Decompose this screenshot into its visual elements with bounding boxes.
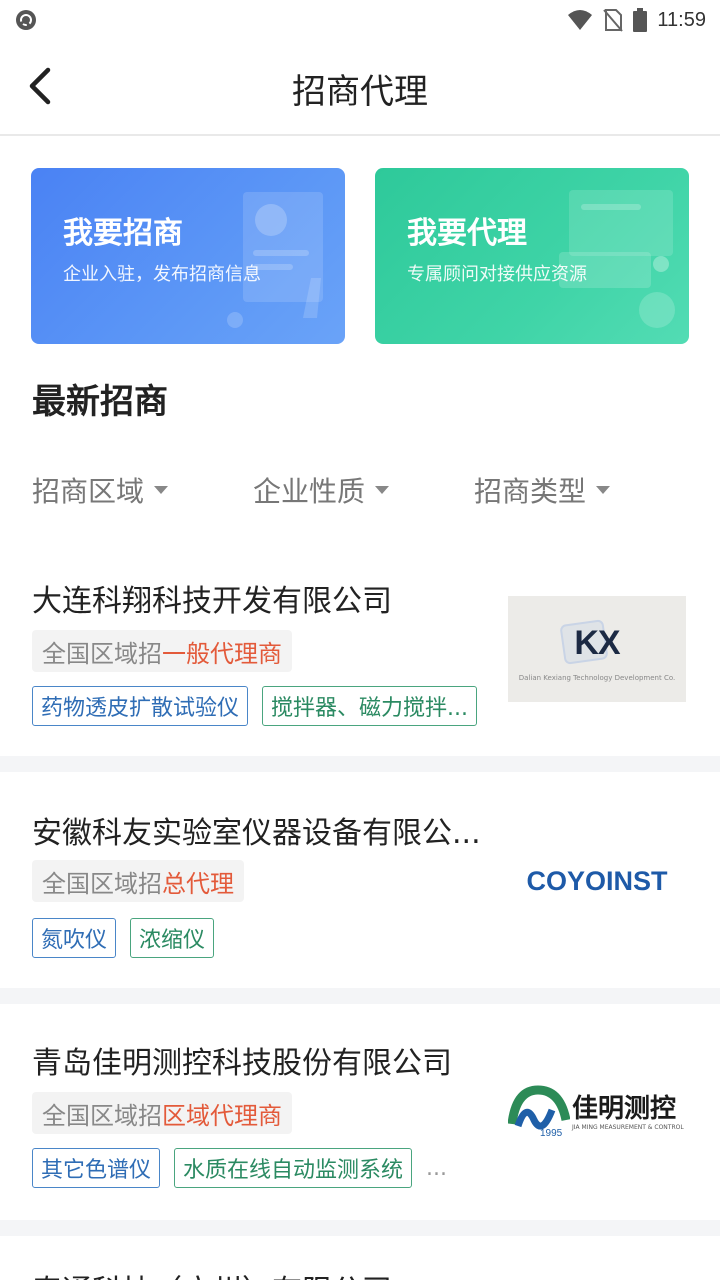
divider [0,1220,720,1236]
banner-title: 我要代理 [407,216,527,251]
company-card[interactable]: 泰通科技（广州）有限公司 [0,1236,720,1280]
company-name: 安徽科友实验室仪器设备有限公... [32,816,481,851]
logo-text: KX [574,624,620,662]
banner-subtitle: 专属顾问对接供应资源 [407,264,587,285]
product-tag[interactable]: 其它色谱仪 [32,1148,161,1188]
page-title: 招商代理 [292,72,428,112]
region-prefix: 全国区域招 [42,869,162,898]
company-card[interactable]: 安徽科友实验室仪器设备有限公... 全国区域招 总代理 氮吹仪 浓缩仪 COYOI… [0,772,720,988]
filter-investment-type[interactable]: 招商类型 [474,468,611,512]
filter-label: 招商类型 [474,475,587,508]
agent-type: 区域代理商 [162,1101,282,1130]
filter-label: 企业性质 [253,475,366,508]
logo-subtext: Dalian Kexiang Technology Development Co… [518,674,676,682]
caret-down-icon [375,486,390,494]
divider [0,988,720,1004]
filter-region[interactable]: 招商区域 [32,468,169,512]
logo-text: COYOINST [526,866,668,896]
wifi-icon [568,10,593,30]
agent-type: 总代理 [162,869,234,898]
filter-company-type[interactable]: 企业性质 [253,468,390,512]
more-tags-indicator[interactable]: ... [426,1156,447,1181]
product-tag[interactable]: 氮吹仪 [32,918,117,958]
company-name: 泰通科技（广州）有限公司 [32,1266,392,1280]
illustration-icon [559,190,675,328]
product-tags: 氮吹仪 浓缩仪 [32,918,215,958]
company-name: 大连科翔科技开发有限公司 [32,584,392,619]
product-tags: 其它色谱仪 水质在线自动监测系统 ... [32,1148,447,1188]
no-sim-icon [603,9,624,32]
caret-down-icon [154,486,169,494]
logo-subtext: JIA MING MEASUREMENT & CONTROL [572,1124,684,1131]
filter-label: 招商区域 [32,475,145,508]
region-badge: 全国区域招 一般代理商 [32,630,292,672]
product-tag[interactable]: 水质在线自动监测系统 [174,1148,413,1188]
product-tags: 药物透皮扩散试验仪 搅拌器、磁力搅拌... [32,686,477,726]
divider [0,756,720,772]
region-badge: 全国区域招 区域代理商 [32,1092,292,1134]
company-logo: 1995 佳明测控 JIA MING MEASUREMENT & CONTROL [508,1058,686,1164]
agent-type: 一般代理商 [162,639,282,668]
logo-text: 佳明测控 [572,1094,677,1124]
company-card[interactable]: 青岛佳明测控科技股份有限公司 全国区域招 区域代理商 其它色谱仪 水质在线自动监测… [0,1004,720,1220]
app-notification-icon [16,10,36,30]
company-name: 青岛佳明测控科技股份有限公司 [32,1046,452,1081]
company-logo: KX Dalian Kexiang Technology Development… [508,596,686,702]
product-tag[interactable]: 浓缩仪 [130,918,215,958]
region-prefix: 全国区域招 [42,639,162,668]
logo-year: 1995 [540,1128,563,1139]
company-card[interactable]: 大连科翔科技开发有限公司 全国区域招 一般代理商 药物透皮扩散试验仪 搅拌器、磁力… [0,540,720,756]
caret-down-icon [596,486,611,494]
app-header: 招商代理 [0,40,720,136]
status-time: 11:59 [657,8,706,31]
company-logo: COYOINST [508,828,686,934]
status-bar: 11:59 [0,0,720,40]
banner-subtitle: 企业入驻，发布招商信息 [63,264,261,285]
battery-icon [633,8,648,32]
region-prefix: 全国区域招 [42,1101,162,1130]
product-tag[interactable]: 药物透皮扩散试验仪 [32,686,249,726]
post-investment-banner[interactable]: 我要招商 企业入驻，发布招商信息 [31,168,345,344]
section-title: 最新招商 [32,382,168,422]
banner-title: 我要招商 [63,216,183,251]
illustration-icon [227,192,323,328]
region-badge: 全国区域招 总代理 [32,860,244,902]
product-tag[interactable]: 搅拌器、磁力搅拌... [262,686,477,726]
filter-bar: 招商区域 企业性质 招商类型 [0,468,720,512]
become-agent-banner[interactable]: 我要代理 专属顾问对接供应资源 [375,168,689,344]
